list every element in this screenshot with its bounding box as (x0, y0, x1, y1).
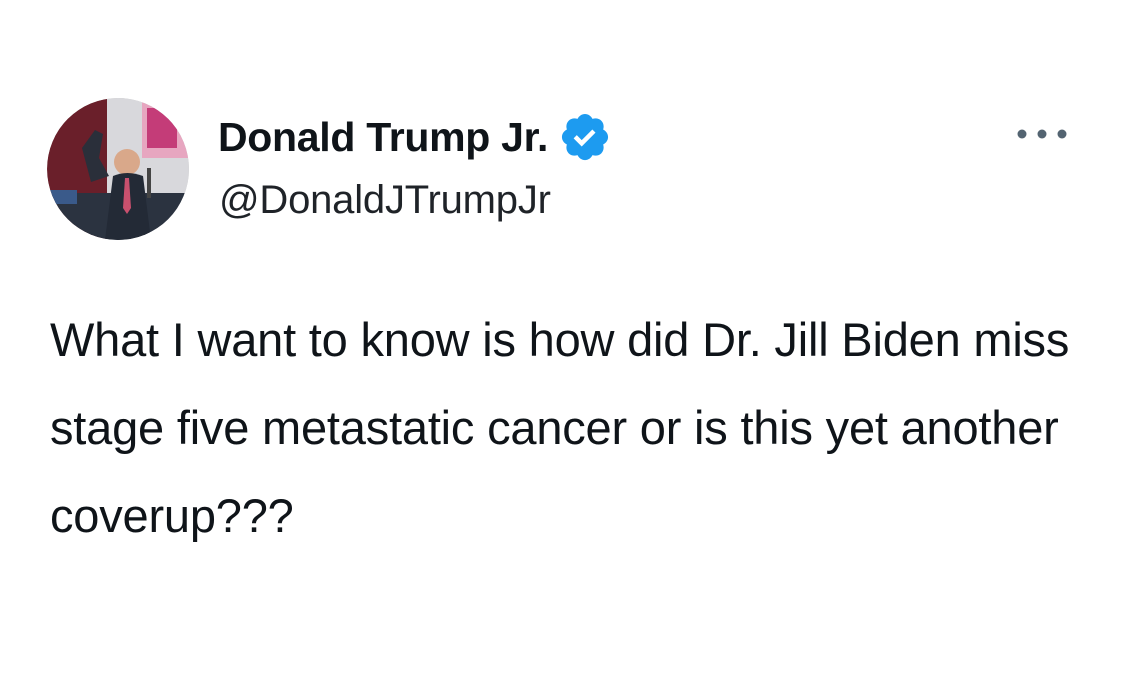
author-name-row: Donald Trump Jr. (218, 108, 612, 166)
tweet-text: What I want to know is how did Dr. Jill … (50, 313, 1070, 542)
author-display-name[interactable]: Donald Trump Jr. (218, 114, 548, 161)
more-options-icon (1017, 129, 1067, 139)
avatar-photo-icon (47, 98, 189, 240)
verified-badge-icon (558, 110, 612, 164)
tweet-card: Donald Trump Jr. @DonaldJTrumpJr What I … (0, 0, 1123, 678)
author-handle[interactable]: @DonaldJTrumpJr (219, 178, 551, 223)
author-avatar[interactable] (47, 98, 189, 240)
more-options-button[interactable] (1010, 114, 1074, 154)
